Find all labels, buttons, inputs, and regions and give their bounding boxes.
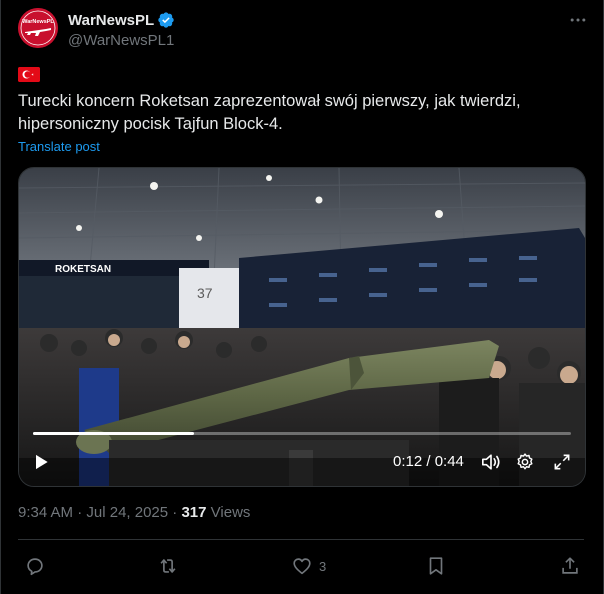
post-meta: 9:34 AM · Jul 24, 2025 · 317 Views [18, 504, 250, 521]
like-button[interactable]: 3 [291, 552, 326, 580]
volume-icon[interactable] [480, 452, 502, 472]
divider [18, 539, 584, 540]
share-button[interactable] [559, 552, 581, 580]
heart-icon [293, 558, 311, 575]
like-count: 3 [319, 558, 327, 574]
translate-post-link[interactable]: Translate post [18, 139, 100, 154]
display-name[interactable]: WarNewsPL [68, 12, 154, 29]
post-actions: 3 [18, 552, 584, 582]
post-text: Turecki koncern Roketsan zaprezentował s… [18, 92, 521, 133]
video-progress-fill [33, 432, 195, 435]
turkey-flag-icon [18, 67, 40, 82]
avatar-logo-text: WarNewsPL [22, 19, 54, 25]
video-frame: ROKETSAN 37 [19, 168, 585, 486]
reply-button[interactable] [24, 552, 52, 580]
stand-number-text: 37 [197, 285, 213, 301]
views-count: 317 [181, 504, 207, 521]
post-time[interactable]: 9:34 AM [18, 504, 73, 521]
views-label: Views [206, 504, 251, 521]
bookmark-icon [429, 557, 443, 575]
bookmark-button[interactable] [425, 552, 453, 580]
meta-separator-2: · [168, 504, 182, 521]
reply-icon [27, 558, 43, 576]
more-options-icon[interactable] [568, 10, 588, 30]
author-handle[interactable]: @WarNewsPL1 [68, 32, 175, 49]
video-time: 0:12 / 0:44 [393, 453, 464, 470]
author-names: WarNewsPL @WarNewsPL1 [68, 10, 175, 50]
share-icon [562, 557, 578, 574]
post-header: WarNewsPL WarNewsPL @WarNewsPL1 [18, 8, 588, 50]
play-icon[interactable] [31, 452, 51, 472]
video-progress-bar[interactable] [33, 432, 571, 435]
post-date[interactable]: Jul 24, 2025 [86, 504, 168, 521]
video-controls: 0:12 / 0:44 [19, 444, 585, 480]
repost-button[interactable] [157, 552, 185, 580]
roketsan-banner-text: ROKETSAN [55, 264, 111, 275]
verified-badge-icon [158, 12, 174, 28]
video-player[interactable]: ROKETSAN 37 0:12 / 0:44 [18, 167, 586, 487]
post-card: WarNewsPL WarNewsPL @WarNewsPL1 Turecki … [0, 0, 604, 594]
fullscreen-icon[interactable] [552, 452, 572, 472]
meta-separator: · [73, 504, 87, 521]
settings-gear-icon[interactable] [515, 452, 535, 472]
repost-icon [160, 559, 176, 573]
avatar[interactable]: WarNewsPL [18, 8, 58, 48]
